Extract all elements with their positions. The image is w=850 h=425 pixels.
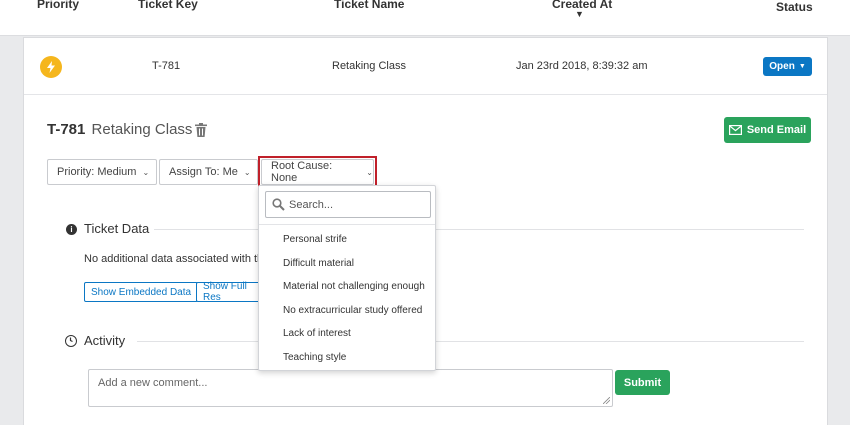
submit-button[interactable]: Submit [615, 370, 670, 395]
status-dropdown-button[interactable]: Open ▼ [763, 57, 812, 76]
activity-heading: Activity [84, 333, 126, 348]
chevron-down-icon: ▼ [798, 63, 806, 70]
column-header-status[interactable]: Status [776, 0, 813, 14]
ticket-title: T-781 Retaking Class [47, 121, 192, 138]
lightning-bolt-icon [40, 56, 62, 78]
send-email-button[interactable]: Send Email [724, 117, 811, 143]
divider [259, 224, 435, 225]
section-divider [154, 229, 804, 230]
row-ticket-name[interactable]: Retaking Class [332, 60, 406, 72]
section-divider [137, 341, 804, 342]
root-cause-highlight-box [258, 156, 377, 187]
comment-placeholder: Add a new comment... [98, 377, 208, 389]
priority-dropdown-label: Priority: Medium [57, 166, 137, 178]
ticket-title-key: T-781 [47, 121, 86, 138]
assign-to-dropdown-label: Assign To: Me [169, 166, 238, 178]
column-header-priority[interactable]: Priority [37, 0, 79, 11]
info-icon: i [66, 224, 77, 235]
root-cause-option[interactable]: Difficult material [259, 252, 435, 275]
submit-label: Submit [623, 376, 662, 389]
assign-to-dropdown[interactable]: Assign To: Me ⌄ [159, 159, 258, 185]
show-full-response-label: Show Full Res [203, 281, 247, 303]
row-created-at: Jan 23rd 2018, 8:39:32 am [516, 60, 648, 72]
comment-textarea[interactable]: Add a new comment... [88, 369, 613, 407]
root-cause-option[interactable]: Material not challenging enough [259, 275, 435, 298]
column-header-ticket-key[interactable]: Ticket Key [138, 0, 198, 11]
clock-icon [65, 335, 77, 347]
row-ticket-key[interactable]: T-781 [152, 60, 180, 72]
divider [24, 94, 827, 95]
envelope-icon [728, 125, 742, 135]
chevron-down-icon: ⌄ [243, 167, 251, 177]
no-data-text: No additional data associated with thi [84, 253, 266, 265]
status-label: Open [769, 61, 795, 72]
chevron-down-icon: ⌄ [142, 167, 150, 177]
table-header: Priority Ticket Key Ticket Name Created … [0, 0, 850, 36]
search-placeholder: Search... [289, 199, 334, 211]
sort-descending-icon[interactable]: ▼ [575, 9, 584, 19]
root-cause-menu: Search... Personal strife Difficult mate… [258, 185, 436, 371]
column-header-ticket-name[interactable]: Ticket Name [334, 0, 404, 11]
show-embedded-data-button[interactable]: Show Embedded Data [84, 282, 199, 302]
send-email-label: Send Email [746, 124, 807, 136]
root-cause-option[interactable]: Lack of interest [259, 322, 435, 345]
show-embedded-data-label: Show Embedded Data [91, 286, 192, 298]
ticket-title-name: Retaking Class [91, 121, 193, 138]
trash-icon[interactable] [195, 123, 207, 137]
resize-grip-icon[interactable] [603, 397, 610, 404]
search-icon [272, 198, 285, 211]
root-cause-option[interactable]: Personal strife [259, 228, 435, 251]
show-full-response-button[interactable]: Show Full Res [196, 281, 264, 303]
ticket-data-heading: Ticket Data [84, 221, 150, 236]
priority-dropdown[interactable]: Priority: Medium ⌄ [47, 159, 157, 185]
root-cause-option[interactable]: No extracurricular study offered [259, 299, 435, 322]
root-cause-option[interactable]: Teaching style [259, 346, 435, 369]
root-cause-search-input[interactable]: Search... [265, 191, 431, 218]
